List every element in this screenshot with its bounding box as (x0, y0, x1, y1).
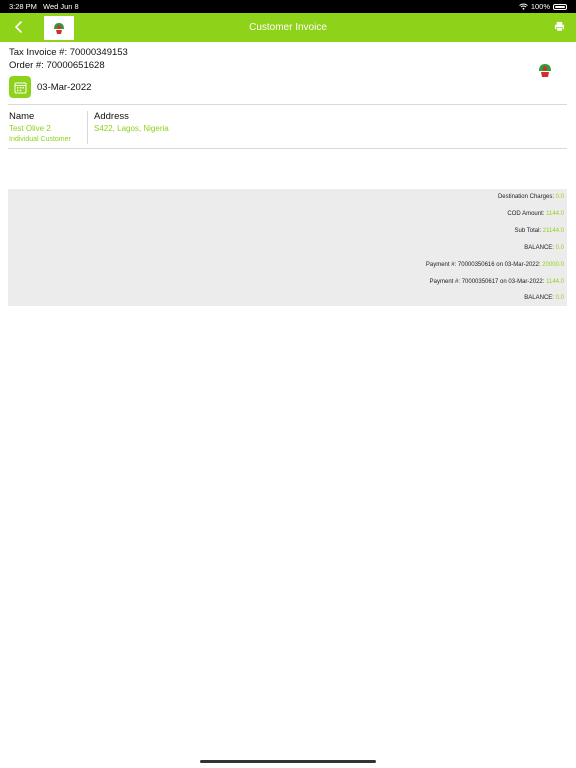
battery-icon (553, 3, 567, 10)
page-title: Customer Invoice (249, 22, 327, 33)
calendar-icon (14, 82, 26, 93)
customer-name: Test Olive 2 (9, 124, 51, 133)
company-logo (539, 64, 551, 77)
summary-row: Sub Total: 21144.0 (514, 228, 565, 234)
address-label: Address (94, 111, 129, 122)
status-bar: 3:28 PM Wed Jun 8 100% (0, 0, 576, 13)
summary-row: Payment #: 70000350617 on 03-Mar-2022: 1… (429, 279, 564, 285)
printer-icon[interactable] (554, 21, 565, 32)
status-time: 3:28 PM (9, 2, 37, 11)
divider (8, 104, 567, 105)
status-right: 100% (519, 2, 567, 11)
order-number: Order #: 70000651628 (9, 60, 105, 71)
invoice-date: 03-Mar-2022 (37, 82, 92, 93)
summary-row: Destination Charges: 0.0 (497, 194, 564, 200)
column-divider (87, 111, 88, 144)
summary-row: Payment #: 70000350616 on 03-Mar-2022: 2… (425, 262, 564, 268)
summary-row: COD Amount: 1144.0 (507, 211, 564, 217)
invoice-summary: Destination Charges: 0.0 COD Amount: 114… (8, 189, 567, 306)
summary-row: BALANCE: 0.0 (524, 245, 564, 251)
wifi-icon (519, 3, 528, 10)
battery-percent: 100% (530, 2, 550, 11)
calendar-button[interactable] (9, 76, 31, 98)
divider (8, 148, 567, 149)
customer-address: S422, Lagos, Nigeria (94, 124, 169, 133)
home-indicator[interactable] (200, 760, 376, 763)
tax-invoice-number: Tax Invoice #: 70000349153 (9, 47, 128, 58)
name-label: Name (9, 111, 35, 122)
status-date: Wed Jun 8 (43, 2, 79, 11)
customer-type: Individual Customer (9, 136, 71, 143)
summary-row: BALANCE: 0.0 (524, 295, 564, 301)
